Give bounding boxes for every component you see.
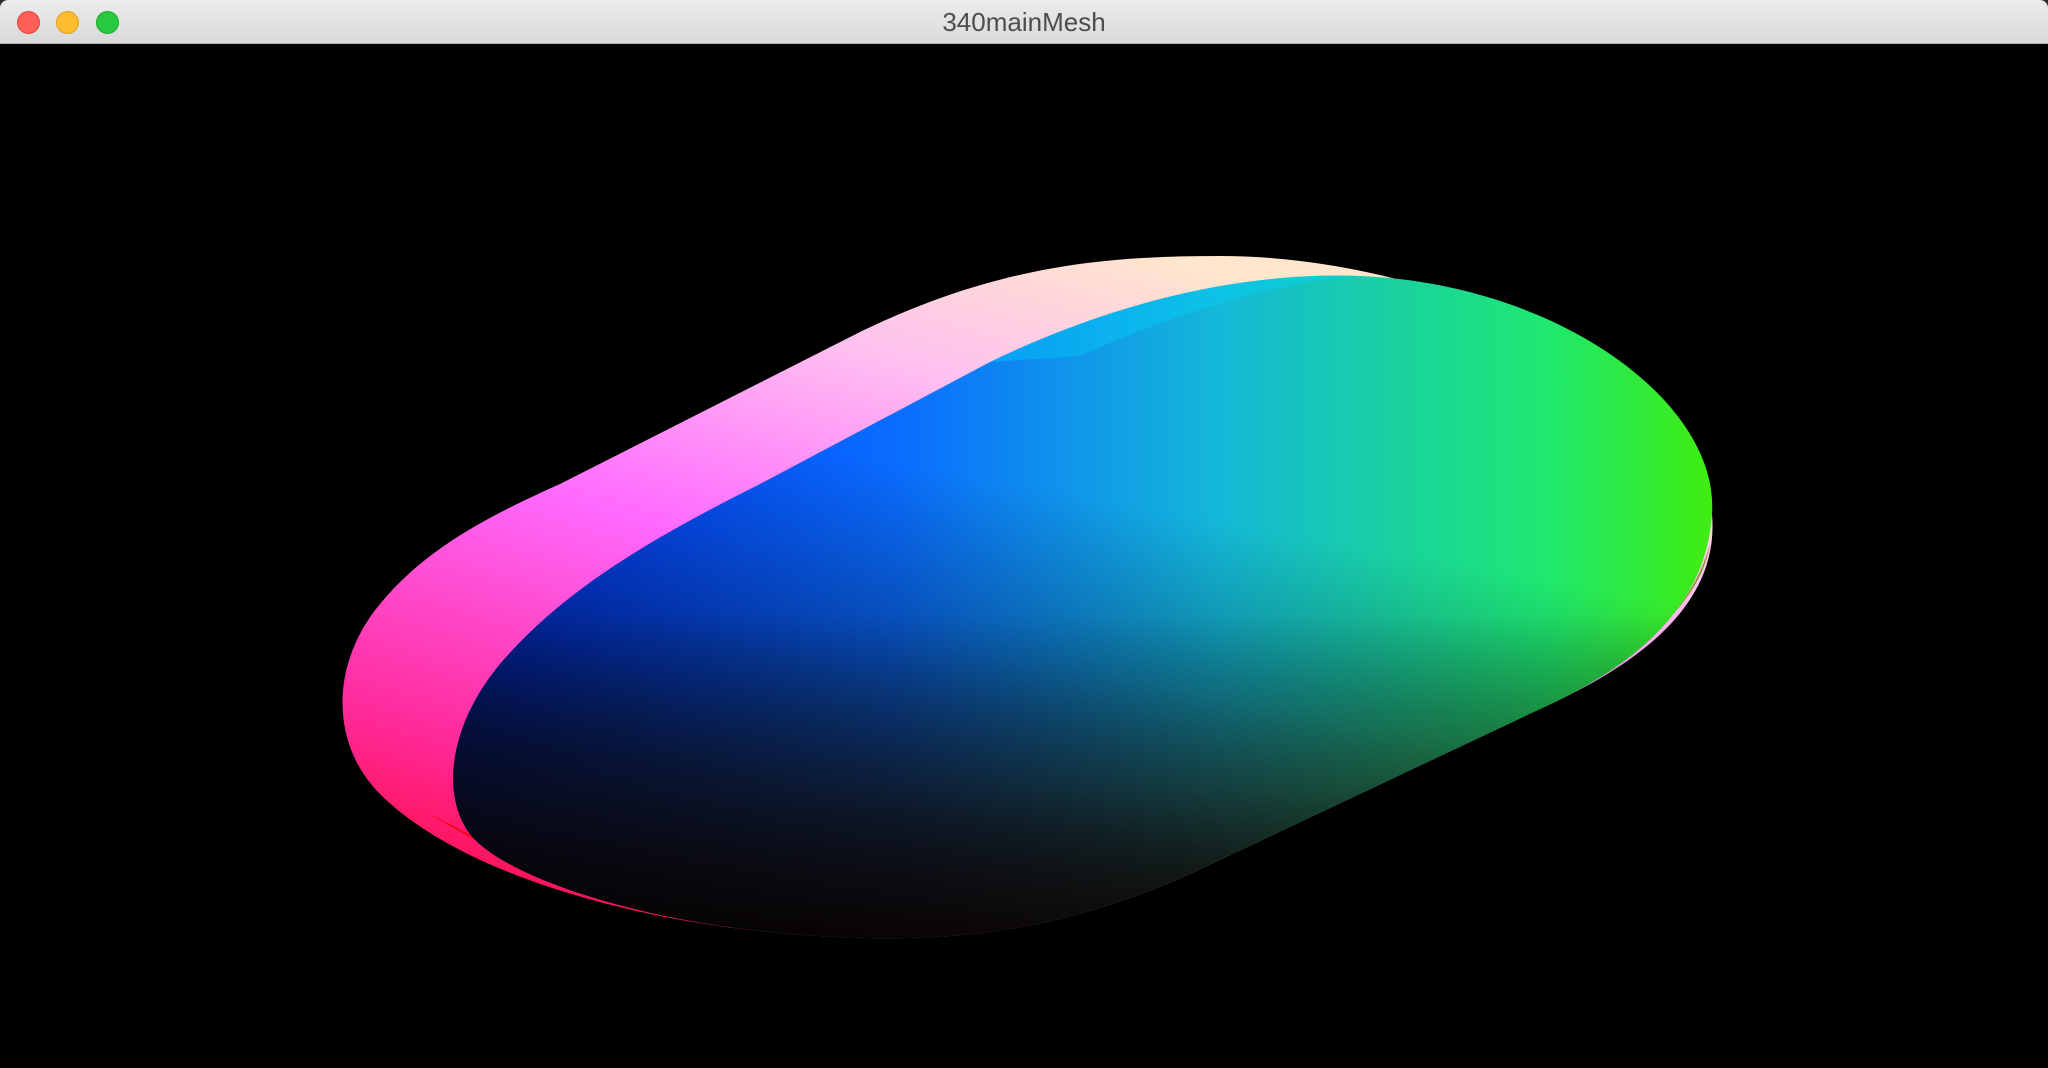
- window-title: 340mainMesh: [942, 7, 1106, 37]
- title-bar[interactable]: 340mainMesh: [0, 0, 2048, 44]
- render-viewport[interactable]: [0, 44, 2048, 1068]
- app-window: 340mainMesh: [0, 0, 2048, 1068]
- mesh-render: [342, 256, 1713, 939]
